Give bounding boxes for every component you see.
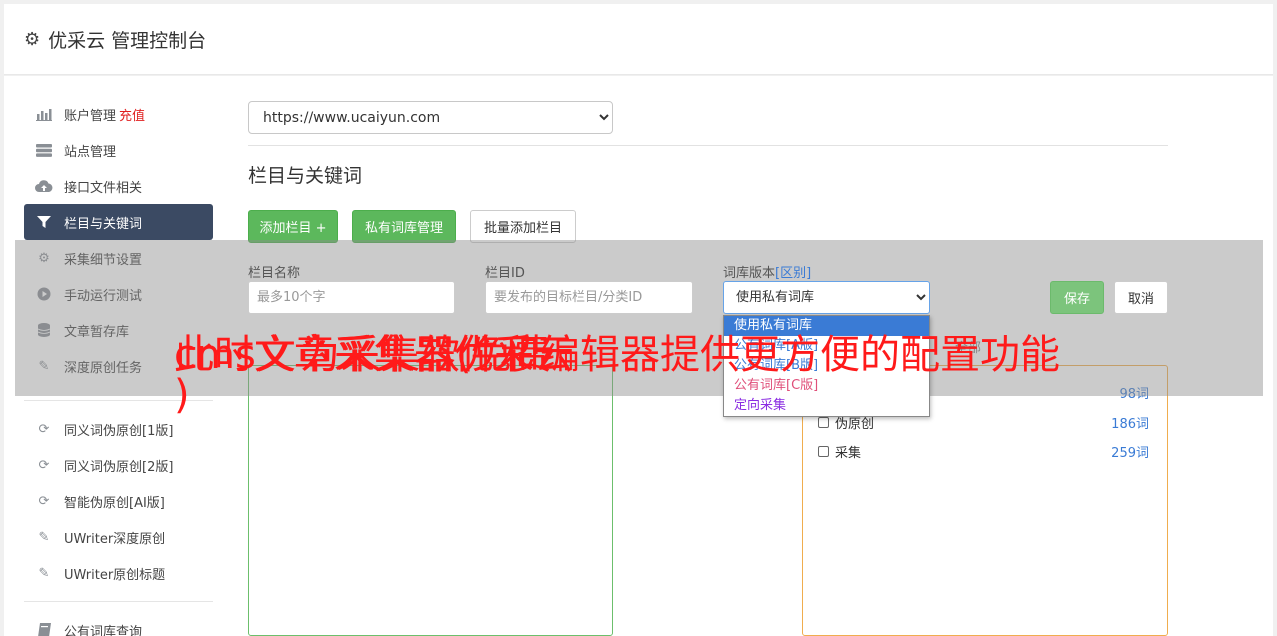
lib-version-label-text: 词库版本 (723, 266, 776, 281)
lib-diff-link[interactable]: [区别] (775, 266, 811, 281)
lib-version-dropdown: 使用私有词库 公有词库[A版] 公有词库[B版] 公有词库[C版] 定向采集 (723, 315, 930, 417)
sidebar-item-label: 公有词库查询 (64, 624, 143, 636)
sidebar-item-label: 接口文件相关 (64, 180, 143, 196)
sidebar-item-synonym-v1[interactable]: ⟳ 同义词伪原创[1版] (24, 411, 213, 447)
recharge-link[interactable]: 充值 (119, 105, 145, 124)
column-id-input[interactable] (485, 281, 693, 314)
lib-version-select[interactable]: 使用私有词库 (723, 281, 930, 314)
lib-row-count[interactable]: 259词 (1111, 442, 1149, 461)
sidebar-divider (24, 400, 213, 401)
column-name-input[interactable] (248, 281, 455, 314)
refresh-icon: ⟳ (38, 421, 50, 437)
sidebar-item-uwriter-deep[interactable]: ✎ UWriter深度原创 (24, 519, 213, 555)
filter-icon (35, 215, 53, 229)
app-title: 优采云 管理控制台 (48, 29, 207, 52)
server-icon (35, 143, 53, 157)
sidebar-item-columns[interactable]: 栏目与关键词 (24, 204, 213, 240)
column-name-label: 栏目名称 (248, 266, 301, 281)
edit-icon: ✎ (38, 529, 50, 545)
add-column-button[interactable]: 添加栏目 + (248, 210, 338, 243)
sidebar-item-label: 同义词伪原创[2版] (64, 459, 174, 475)
sidebar-item-label: 栏目与关键词 (64, 216, 143, 232)
sidebar-item-account[interactable]: 账户管理 充值 (24, 96, 213, 132)
sidebar-item-label: 站点管理 (64, 144, 117, 160)
sidebar-item-sites[interactable]: 站点管理 (24, 132, 213, 168)
gear-icon: ⚙ (24, 28, 41, 50)
sidebar-item-label: 账户管理 (64, 108, 117, 124)
keyword-textarea-box[interactable] (248, 365, 613, 636)
sidebar-item-public-lib[interactable]: 公有词库查询 (24, 612, 213, 636)
site-select[interactable]: https://www.ucaiyun.com (248, 101, 613, 134)
section-title: 栏目与关键词 (248, 165, 363, 187)
cloud-upload-icon (35, 179, 53, 193)
private-lib-button[interactable]: 私有词库管理 (352, 210, 456, 243)
sidebar-divider (24, 601, 213, 602)
batch-add-button[interactable]: 批量添加栏目 (470, 210, 576, 243)
lib-row-label: 采集 (835, 445, 862, 461)
lib-row-count[interactable]: 186词 (1111, 413, 1149, 432)
save-button[interactable]: 保存 (1050, 281, 1104, 314)
edit-icon: ✎ (38, 565, 50, 581)
divider (248, 145, 1168, 146)
sidebar-item-ai-rewrite[interactable]: ⟳ 智能伪原创[AI版] (24, 483, 213, 519)
modal-overlay (15, 240, 1263, 396)
sidebar-item-label: 智能伪原创[AI版] (64, 495, 165, 511)
dropdown-option[interactable]: 公有词库[A版] (724, 336, 929, 356)
sidebar-item-label: UWriter深度原创 (64, 531, 166, 547)
sidebar-item-label: UWriter原创标题 (64, 567, 166, 583)
refresh-icon: ⟳ (38, 493, 50, 509)
lib-row: 采集 259词 (818, 441, 1149, 461)
sidebar-item-interface[interactable]: 接口文件相关 (24, 168, 213, 204)
lib-checkbox[interactable] (818, 416, 829, 428)
sidebar-item-label: 同义词伪原创[1版] (64, 423, 174, 439)
dropdown-option[interactable]: 使用私有词库 (724, 316, 929, 336)
refresh-icon: ⟳ (38, 457, 50, 473)
lib-filter-label[interactable]: 全部 (955, 337, 981, 356)
bar-chart-icon (35, 107, 53, 121)
dropdown-option[interactable]: 定向采集 (724, 396, 929, 416)
lib-checkbox[interactable] (818, 445, 829, 457)
sidebar-item-uwriter-title[interactable]: ✎ UWriter原创标题 (24, 555, 213, 591)
sidebar-item-synonym-v2[interactable]: ⟳ 同义词伪原创[2版] (24, 447, 213, 483)
cancel-button[interactable]: 取消 (1114, 281, 1168, 314)
column-id-label: 栏目ID (485, 266, 525, 281)
dropdown-option[interactable]: 公有词库[B版] (724, 356, 929, 376)
app-header: ⚙ 优采云 管理控制台 (4, 4, 1273, 75)
lib-version-label: 词库版本[区别] (723, 262, 811, 281)
dropdown-option[interactable]: 公有词库[C版] (724, 376, 929, 396)
book-icon (35, 623, 53, 636)
